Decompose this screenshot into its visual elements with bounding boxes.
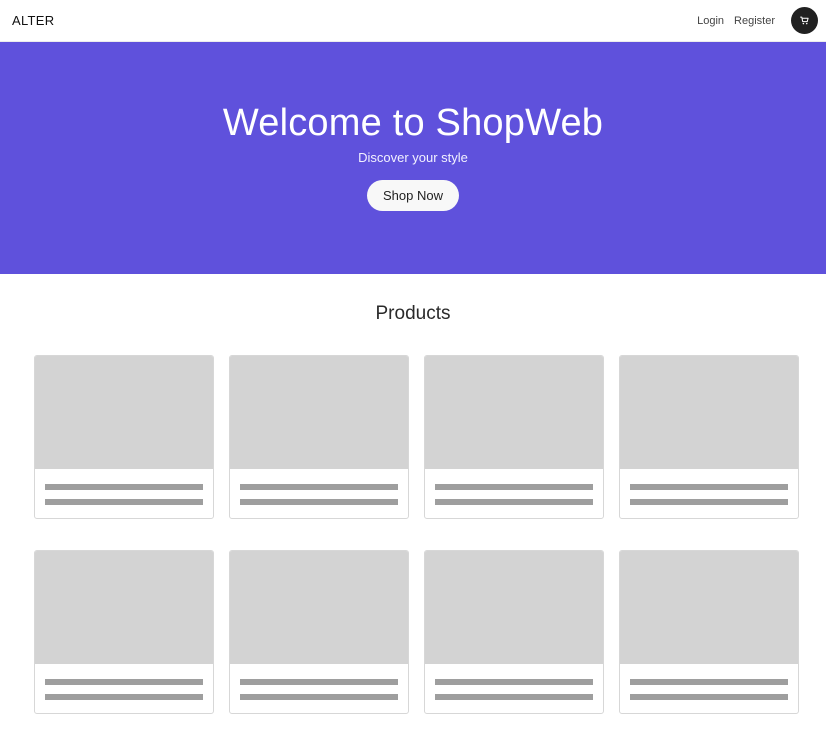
navbar: ALTER Login Register [0, 0, 826, 42]
brand-logo[interactable]: ALTER [12, 13, 54, 28]
product-image-placeholder [620, 551, 798, 664]
hero-subtitle: Discover your style [358, 150, 468, 165]
product-card[interactable] [229, 355, 409, 519]
product-image-placeholder [620, 356, 798, 469]
product-card[interactable] [424, 355, 604, 519]
product-name-placeholder [630, 484, 788, 490]
product-info-placeholder [230, 664, 408, 700]
product-name-placeholder [435, 484, 593, 490]
product-image-placeholder [425, 551, 603, 664]
product-image-placeholder [230, 356, 408, 469]
product-price-placeholder [630, 499, 788, 505]
hero-title: Welcome to ShopWeb [222, 102, 604, 144]
product-name-placeholder [240, 484, 398, 490]
product-info-placeholder [230, 469, 408, 505]
product-price-placeholder [45, 499, 203, 505]
login-link[interactable]: Login [697, 15, 724, 27]
product-info-placeholder [425, 664, 603, 700]
product-card[interactable] [619, 550, 799, 714]
products-heading: Products [375, 303, 451, 324]
product-info-placeholder [425, 469, 603, 505]
product-price-placeholder [240, 499, 398, 505]
product-name-placeholder [240, 679, 398, 685]
product-card[interactable] [424, 550, 604, 714]
product-info-placeholder [620, 664, 798, 700]
product-card[interactable] [34, 355, 214, 519]
nav-links: Login Register [697, 7, 818, 34]
product-info-placeholder [35, 664, 213, 700]
product-name-placeholder [45, 679, 203, 685]
shopping-cart-icon [800, 16, 809, 25]
product-price-placeholder [435, 499, 593, 505]
product-card[interactable] [229, 550, 409, 714]
product-price-placeholder [435, 694, 593, 700]
product-price-placeholder [630, 694, 788, 700]
product-name-placeholder [435, 679, 593, 685]
product-info-placeholder [35, 469, 213, 505]
product-card[interactable] [34, 550, 214, 714]
product-price-placeholder [240, 694, 398, 700]
hero-banner: Welcome to ShopWeb Discover your style S… [0, 42, 826, 274]
product-image-placeholder [230, 551, 408, 664]
product-name-placeholder [45, 484, 203, 490]
product-image-placeholder [35, 356, 213, 469]
product-image-placeholder [35, 551, 213, 664]
shop-now-button[interactable]: Shop Now [367, 180, 459, 211]
product-info-placeholder [620, 469, 798, 505]
product-price-placeholder [45, 694, 203, 700]
product-image-placeholder [425, 356, 603, 469]
product-grid [34, 355, 799, 714]
register-link[interactable]: Register [734, 15, 775, 27]
cart-button[interactable] [791, 7, 818, 34]
product-name-placeholder [630, 679, 788, 685]
product-card[interactable] [619, 355, 799, 519]
